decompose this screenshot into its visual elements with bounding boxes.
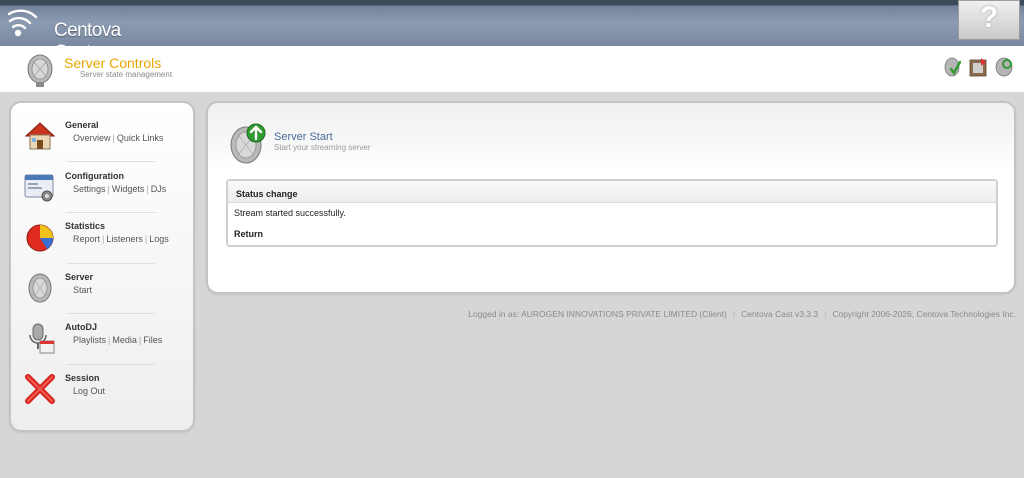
sidebar-section-autodj: AutoDJ Playlists | Media | Files — [11, 315, 193, 365]
sidebar-item-files[interactable]: Files — [143, 335, 162, 345]
server-start-icon — [230, 123, 266, 164]
status-box: Status change Stream started successfull… — [226, 179, 998, 247]
broadcast-signal-icon — [8, 9, 38, 37]
pie-chart-icon[interactable] — [23, 220, 57, 254]
status-message: Stream started successfully. — [234, 208, 346, 218]
sidebar-section-configuration: Configuration Settings | Widgets | DJs — [11, 164, 193, 214]
sidebar-links-server: Start — [73, 285, 92, 295]
configuration-icon[interactable] — [23, 170, 57, 204]
sidebar-item-logs[interactable]: Logs — [149, 234, 169, 244]
sidebar-links-statistics: Report | Listeners | Logs — [73, 234, 169, 244]
sidebar-title-server: Server — [65, 272, 94, 282]
microphone-icon[interactable] — [23, 321, 57, 355]
sidebar-title-configuration: Configuration — [65, 171, 124, 181]
footer-logged-in: Logged in as: AUROGEN INNOVATIONS PRIVAT… — [468, 309, 727, 319]
sidebar-title-autodj: AutoDJ — [65, 322, 97, 332]
sidebar-item-overview[interactable]: Overview — [73, 133, 111, 143]
sidebar-title-general: General — [65, 120, 99, 130]
footer: Logged in as: AUROGEN INNOVATIONS PRIVAT… — [468, 309, 1016, 319]
satellite-dish-icon — [27, 54, 53, 87]
sidebar-divider — [67, 161, 155, 162]
help-button[interactable]: ? — [958, 0, 1020, 40]
sidebar-item-widgets[interactable]: Widgets — [112, 184, 145, 194]
sidebar-section-session: Session Log Out — [11, 366, 193, 416]
app-logo[interactable]: Centova Cast — [8, 7, 158, 63]
sidebar-links-autodj: Playlists | Media | Files — [73, 335, 163, 345]
return-link[interactable]: Return — [228, 225, 996, 239]
sidebar-item-playlists[interactable]: Playlists — [73, 335, 106, 345]
restart-server-tool-icon[interactable] — [968, 56, 988, 78]
section-title: Server Start — [274, 131, 333, 143]
start-server-tool-icon[interactable] — [942, 56, 962, 78]
section-subtitle: Start your streaming server — [274, 143, 371, 152]
sidebar-links-session: Log Out — [73, 386, 105, 396]
logout-x-icon[interactable] — [23, 372, 57, 406]
sidebar-section-server: Server Start — [11, 265, 193, 315]
sidebar-item-quick-links[interactable]: Quick Links — [117, 133, 164, 143]
server-dish-icon[interactable] — [23, 271, 57, 305]
page-title: Server Controls — [64, 55, 162, 71]
sidebar-item-media[interactable]: Media — [112, 335, 137, 345]
sidebar-divider — [67, 364, 155, 365]
sidebar-item-settings[interactable]: Settings — [73, 184, 106, 194]
sidebar-title-statistics: Statistics — [65, 221, 106, 231]
status-header: Status change — [228, 181, 996, 203]
top-banner: Centova Cast ? — [0, 0, 1024, 63]
sidebar-item-djs[interactable]: DJs — [151, 184, 167, 194]
sidebar-section-general: General Overview | Quick Links — [11, 113, 193, 163]
sidebar-item-report[interactable]: Report — [73, 234, 100, 244]
stop-server-tool-icon[interactable] — [994, 56, 1014, 78]
sidebar-divider — [67, 313, 155, 314]
sidebar-item-listeners[interactable]: Listeners — [106, 234, 143, 244]
footer-version: Centova Cast v3.3.3 — [741, 309, 819, 319]
sidebar-title-session: Session — [65, 373, 100, 383]
footer-copyright: Copyright 2006-2026, Centova Technologie… — [832, 309, 1016, 319]
sidebar-divider — [67, 263, 155, 264]
server-tools — [942, 56, 1014, 78]
sidebar-nav: General Overview | Quick Links Configurati… — [9, 101, 195, 432]
home-icon[interactable] — [23, 119, 57, 153]
sidebar-links-configuration: Settings | Widgets | DJs — [73, 184, 167, 194]
sidebar-item-log-out[interactable]: Log Out — [73, 386, 105, 396]
page-header: Server Controls Server state management — [0, 46, 1024, 92]
sidebar-item-start[interactable]: Start — [73, 285, 92, 295]
sidebar-links-general: Overview | Quick Links — [73, 133, 164, 143]
sidebar-divider — [67, 212, 155, 213]
sidebar-section-statistics: Statistics Report | Listeners | Logs — [11, 214, 193, 264]
main-panel: Server Start Start your streaming server… — [206, 101, 1016, 294]
page-subtitle: Server state management — [80, 70, 173, 79]
